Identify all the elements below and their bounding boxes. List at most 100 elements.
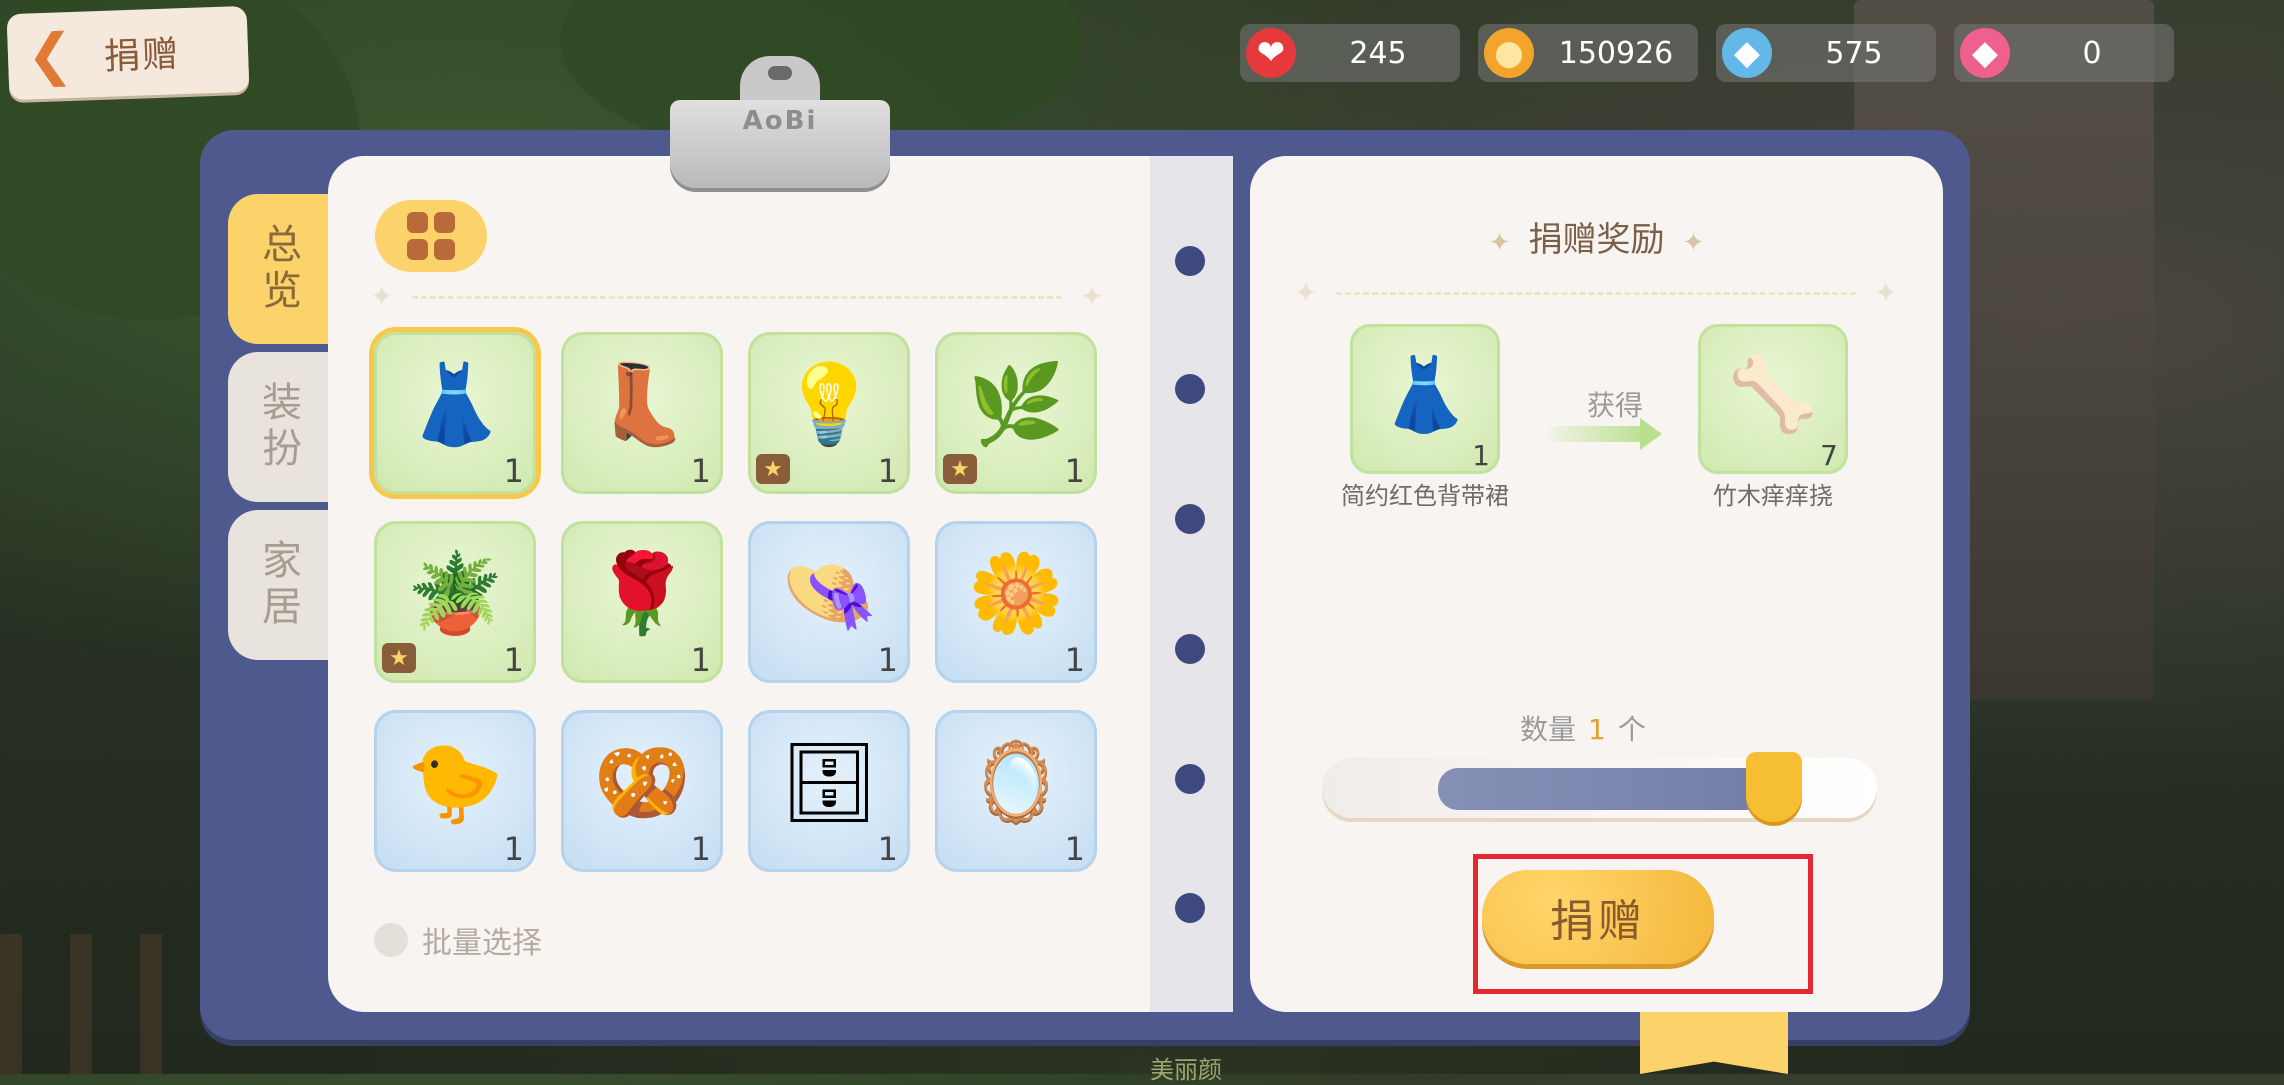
back-arrow-icon: ❮ <box>25 21 75 89</box>
page-binding <box>1150 156 1233 1012</box>
tab-home[interactable]: 家居 <box>228 510 328 660</box>
binder-ring <box>1175 893 1205 923</box>
back-button[interactable]: ❮ 捐赠 <box>6 5 250 101</box>
item-slot[interactable]: 💡 ★ 1 <box>748 332 910 494</box>
item-slot[interactable]: 🌹 1 <box>561 521 723 683</box>
arrow-right-icon <box>1548 426 1648 442</box>
favorite-star-icon: ★ <box>756 454 790 484</box>
item-count: 1 <box>877 641 898 679</box>
binder-ring <box>1175 504 1205 534</box>
currency-crystal[interactable]: ◆ 575 <box>1716 24 1936 82</box>
mirror-icon: 🪞 <box>967 738 1065 828</box>
currency-value: 150926 <box>1558 35 1674 71</box>
stove-icon: 🥨 <box>593 738 691 828</box>
item-slot[interactable]: 🪴 ★ 1 <box>374 521 536 683</box>
highlight-box <box>1473 854 1813 994</box>
item-count: 1 <box>877 830 898 868</box>
pink-diamond-plus-icon: ◆ <box>1960 28 2010 78</box>
tab-label: 装扮 <box>255 381 301 473</box>
heart-plus-icon: ❤ <box>1246 28 1296 78</box>
chick-hat-icon: 🐤 <box>406 738 504 828</box>
watering-can-icon: 🪴 <box>406 549 504 639</box>
sparkle-icon: ✦ <box>1682 228 1705 258</box>
tab-label: 家居 <box>255 539 301 631</box>
binder-ring <box>1175 246 1205 276</box>
clip-body: AoBi <box>670 100 890 188</box>
clip-logo: AoBi <box>742 106 818 136</box>
item-slot[interactable]: 🥨 1 <box>561 710 723 872</box>
star-icon: ✦ <box>1080 280 1104 313</box>
star-icon: ✦ <box>1874 276 1898 309</box>
currency-value: 575 <box>1825 35 1883 71</box>
quantity-label: 数量 <box>1520 713 1577 746</box>
item-count: 1 <box>877 452 898 490</box>
quantity-slider-handle[interactable] <box>1746 752 1802 822</box>
reward-title: 捐赠奖励 <box>1528 220 1665 260</box>
star-icon: ✦ <box>370 280 394 313</box>
item-count: 1 <box>1064 830 1085 868</box>
tab-label: 总览 <box>255 223 301 315</box>
item-count: 1 <box>503 641 524 679</box>
item-slot[interactable]: 👒 1 <box>748 521 910 683</box>
binder-ring <box>1175 634 1205 664</box>
item-count: 1 <box>503 452 524 490</box>
boots-icon: 👢 <box>593 360 691 450</box>
category-filter-button[interactable] <box>375 200 487 272</box>
batch-select-toggle[interactable]: 批量选择 <box>374 918 542 962</box>
item-count: 1 <box>690 641 711 679</box>
lamp-post-icon: 🌹 <box>593 549 691 639</box>
star-icon: ✦ <box>1294 276 1318 309</box>
item-count: 1 <box>1064 641 1085 679</box>
item-count: 1 <box>1472 439 1490 472</box>
sparkle-icon: ✦ <box>1488 228 1511 258</box>
item-slot[interactable]: 🗄 1 <box>748 710 910 872</box>
quantity-unit: 个 <box>1617 713 1646 746</box>
quantity-row: 数量 1 个 <box>1520 708 1646 748</box>
lamp-icon: 💡 <box>780 360 878 450</box>
item-slot[interactable]: 🐤 1 <box>374 710 536 872</box>
straw-hat-icon: 👒 <box>780 549 878 639</box>
plant-table-icon: 🌿 <box>967 360 1065 450</box>
currency-value: 0 <box>2082 35 2102 71</box>
item-count: 1 <box>1064 452 1085 490</box>
favorite-star-icon: ★ <box>943 454 977 484</box>
item-count: 1 <box>503 830 524 868</box>
binder-ring <box>1175 764 1205 794</box>
item-slot[interactable]: 🪞 1 <box>935 710 1097 872</box>
item-slot[interactable]: 🌿 ★ 1 <box>935 332 1097 494</box>
item-slot[interactable]: 👢 1 <box>561 332 723 494</box>
gold-coin-icon: ● <box>1484 28 1534 78</box>
donate-item-preview: 👗 1 <box>1350 324 1500 474</box>
reward-title-row: ✦ 捐赠奖励 ✦ <box>1250 212 1943 261</box>
tab-overview[interactable]: 总览 <box>228 194 328 344</box>
divider <box>1336 292 1856 295</box>
tab-outfit[interactable]: 装扮 <box>228 352 328 502</box>
batch-select-label: 批量选择 <box>422 926 542 961</box>
currency-value: 245 <box>1349 35 1407 71</box>
dress-icon: 👗 <box>406 360 504 450</box>
batch-select-radio[interactable] <box>374 923 408 957</box>
currency-diamond[interactable]: ◆ 0 <box>1954 24 2174 82</box>
item-count: 1 <box>690 830 711 868</box>
grid-icon <box>407 212 455 260</box>
item-slot[interactable]: 🌼 1 <box>935 521 1097 683</box>
flower-wreath-icon: 🌼 <box>967 549 1065 639</box>
reward-item-name: 竹木痒痒挠 <box>1713 482 1833 510</box>
item-slot[interactable]: 👗 1 <box>374 332 536 494</box>
item-count: 7 <box>1820 439 1838 472</box>
player-name: 美丽颜 <box>1150 1056 1222 1084</box>
donate-item-name: 简约红色背带裙 <box>1341 482 1509 510</box>
favorite-star-icon: ★ <box>382 643 416 673</box>
item-count: 1 <box>690 452 711 490</box>
back-title: 捐赠 <box>103 34 181 78</box>
clipboard-clip: AoBi <box>670 56 890 191</box>
binder-ring <box>1175 374 1205 404</box>
reward-item-preview: 🦴 7 <box>1698 324 1848 474</box>
blue-crystal-plus-icon: ◆ <box>1722 28 1772 78</box>
bookmark-ribbon <box>1640 1012 1788 1074</box>
divider <box>412 296 1062 299</box>
currency-stamina[interactable]: ❤ 245 <box>1240 24 1460 82</box>
back-scratcher-icon: 🦴 <box>1728 352 1818 436</box>
background-fence <box>0 934 200 1074</box>
currency-gold[interactable]: ● 150926 <box>1478 24 1698 82</box>
